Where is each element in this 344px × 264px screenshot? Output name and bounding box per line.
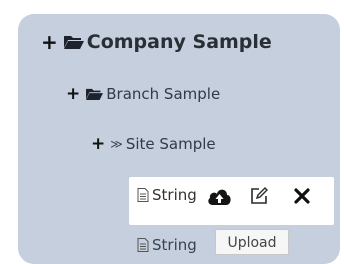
tree-leaf-label: String bbox=[152, 236, 197, 254]
expand-toggle[interactable]: + bbox=[91, 134, 105, 154]
tree-leaf-string-selected[interactable]: String bbox=[137, 186, 197, 204]
tree-node-site[interactable]: + ≫ Site Sample bbox=[91, 134, 216, 154]
cloud-upload-icon[interactable] bbox=[207, 186, 232, 206]
edit-icon[interactable] bbox=[250, 186, 269, 205]
upload-tooltip: Upload bbox=[215, 229, 289, 255]
folder-open-icon bbox=[86, 88, 104, 100]
tree-node-company[interactable]: + Company Sample bbox=[41, 30, 272, 54]
folder-open-icon bbox=[63, 36, 84, 49]
chevron-down-icon: ≫ bbox=[110, 137, 123, 151]
tree-leaf-label: String bbox=[152, 186, 197, 204]
document-icon bbox=[137, 188, 149, 202]
expand-toggle[interactable]: + bbox=[41, 30, 58, 54]
close-icon[interactable] bbox=[294, 188, 310, 204]
document-icon bbox=[137, 238, 149, 252]
tree-node-branch[interactable]: + Branch Sample bbox=[66, 84, 220, 104]
tree-node-label: Branch Sample bbox=[106, 85, 221, 103]
tree-leaf-string[interactable]: String bbox=[137, 236, 197, 254]
tree-node-label: Site Sample bbox=[125, 135, 216, 153]
tree-node-label: Company Sample bbox=[86, 31, 272, 53]
expand-toggle[interactable]: + bbox=[66, 84, 80, 104]
